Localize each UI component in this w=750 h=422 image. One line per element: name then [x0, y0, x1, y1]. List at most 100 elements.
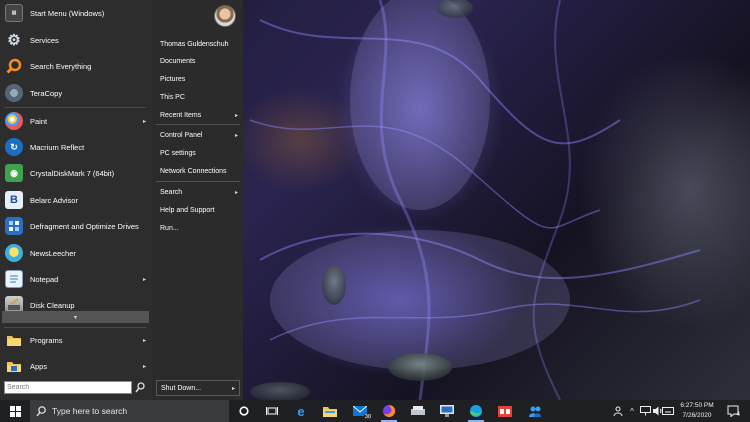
taskbar-mail[interactable]: 30 [349, 402, 372, 420]
firefox-icon [383, 404, 396, 417]
menu-item-network-connections[interactable]: Network Connections [160, 164, 240, 178]
app-item-paint[interactable]: Paint ▸ [2, 109, 150, 133]
task-view-button[interactable] [261, 402, 283, 420]
programs-label: Programs [30, 335, 63, 345]
divider [4, 107, 146, 108]
user-avatar[interactable] [214, 5, 236, 27]
submenu-arrow-icon: ▸ [234, 112, 238, 119]
submenu-arrow-icon: ▸ [142, 118, 146, 125]
submenu-arrow-icon: ▸ [142, 363, 146, 370]
drive-tool-icon [411, 406, 425, 415]
submenu-arrow-icon: ▸ [234, 189, 238, 196]
app-label: TeraCopy [30, 88, 63, 98]
file-explorer-icon [323, 406, 337, 417]
edge-legacy-icon: e [297, 403, 305, 419]
menu-item-search[interactable]: Search ▸ [160, 185, 240, 199]
defrag-icon [5, 217, 23, 235]
programs-folder[interactable]: Programs ▸ [2, 328, 150, 352]
submenu-arrow-icon: ▸ [142, 337, 146, 344]
divider [156, 124, 240, 125]
notification-count: 4 [736, 412, 740, 418]
app-item-belarc-advisor[interactable]: B Belarc Advisor [2, 188, 150, 212]
edge-chromium-icon [470, 405, 482, 417]
app-item-services[interactable]: ⚙ Services [2, 28, 150, 52]
shutdown-button[interactable]: Shut Down... ▸ [156, 380, 240, 396]
teracopy-icon [5, 84, 23, 102]
menu-item-documents[interactable]: Documents [160, 54, 240, 68]
taskbar-clock[interactable]: 6:27:50 PM 7/26/2020 [674, 401, 720, 421]
app-label: Start Menu (Windows) [30, 8, 105, 18]
menu-item-label: Documents [160, 57, 196, 65]
search-icon[interactable] [135, 382, 145, 393]
folder-icon [5, 331, 23, 349]
menu-item-this-pc[interactable]: This PC [160, 90, 240, 104]
app-item-macrium-reflect[interactable]: ↻ Macrium Reflect [2, 135, 150, 159]
keyboard-icon[interactable] [662, 405, 674, 417]
app-label: CrystalDiskMark 7 (64bit) [30, 168, 115, 178]
menu-item-label: Help and Support [160, 206, 215, 214]
app-label: Services [30, 35, 59, 45]
menu-item-run[interactable]: Run... [160, 221, 240, 235]
app-item-teracopy[interactable]: TeraCopy [2, 81, 150, 105]
app-item-defragment[interactable]: Defragment and Optimize Drives [2, 214, 150, 238]
expand-more-button[interactable]: ▾ [2, 311, 149, 323]
cortana-circle-icon [239, 406, 249, 416]
app-item-newsleecher[interactable]: NewsLeecher [2, 241, 150, 265]
menu-item-label: Network Connections [160, 167, 227, 175]
people-tray-icon[interactable] [612, 405, 624, 417]
monitor-icon [440, 405, 454, 417]
taskbar-people-app[interactable] [524, 402, 546, 420]
app-label: Paint [30, 116, 48, 126]
app-item-notepad[interactable]: Notepad ▸ [2, 267, 150, 291]
taskbar-file-explorer[interactable] [319, 402, 341, 420]
menu-item-label: PC settings [160, 149, 196, 157]
taskbar-red-app[interactable] [494, 402, 516, 420]
taskbar-edge-legacy[interactable]: e [290, 402, 312, 420]
user-name-label: Thomas Guldenschuh [160, 40, 229, 48]
gear-icon: ⚙ [7, 32, 21, 49]
start-menu: ▤ Start Menu (Windows) ⚙ Services Search… [0, 0, 243, 400]
menu-item-pictures[interactable]: Pictures [160, 72, 240, 86]
macrium-icon: ↻ [5, 138, 23, 156]
task-view-icon [266, 407, 278, 415]
menu-item-label: Run... [160, 224, 179, 232]
divider [156, 181, 240, 182]
app-label: Search Everything [30, 61, 92, 71]
card-app-icon [498, 405, 512, 417]
app-item-start-menu-windows[interactable]: ▤ Start Menu (Windows) [2, 1, 150, 25]
apps-folder[interactable]: Apps ▸ [2, 354, 150, 378]
taskbar-monitor-app[interactable] [436, 402, 458, 420]
taskbar: Type here to search e 30 ^ 6:27:50 PM 7/… [0, 400, 750, 422]
menu-item-label: Control Panel [160, 131, 203, 139]
notepad-icon [5, 270, 23, 288]
menu-item-control-panel[interactable]: Control Panel ▸ [160, 128, 240, 142]
menu-item-label: Pictures [160, 75, 186, 83]
shutdown-label: Shut Down... [161, 384, 202, 392]
menu-item-help-and-support[interactable]: Help and Support [160, 203, 240, 217]
clock-date: 7/26/2020 [682, 411, 712, 419]
taskbar-search-placeholder: Type here to search [52, 406, 128, 416]
taskbar-search-box[interactable]: Type here to search [30, 400, 229, 422]
app-item-search-everything[interactable]: Search Everything [2, 54, 150, 78]
network-icon[interactable] [639, 405, 651, 417]
taskbar-app-drive[interactable] [407, 402, 429, 420]
user-name-link[interactable]: Thomas Guldenschuh [160, 37, 240, 51]
action-center-button[interactable]: 4 [726, 404, 740, 418]
hidden-icons-chevron-icon[interactable]: ^ [626, 405, 638, 417]
windows-start-button[interactable] [0, 400, 30, 422]
app-label: Defragment and Optimize Drives [30, 221, 139, 231]
app-label: Notepad [30, 274, 59, 284]
start-search-input[interactable] [4, 381, 132, 394]
submenu-arrow-icon: ▸ [234, 132, 238, 139]
submenu-arrow-icon: ▸ [142, 276, 146, 283]
cortana-button[interactable] [233, 402, 255, 420]
menu-item-pc-settings[interactable]: PC settings [160, 146, 240, 160]
menu-item-recent-items[interactable]: Recent Items ▸ [160, 108, 240, 122]
app-item-crystaldiskmark[interactable]: ◉ CrystalDiskMark 7 (64bit) [2, 161, 150, 185]
taskbar-edge-chromium[interactable] [465, 402, 487, 422]
crystaldiskmark-icon: ◉ [5, 164, 23, 182]
taskbar-firefox[interactable] [378, 402, 400, 422]
belarc-icon: B [5, 191, 23, 209]
menu-item-label: This PC [160, 93, 185, 101]
folder-icon [5, 357, 23, 375]
